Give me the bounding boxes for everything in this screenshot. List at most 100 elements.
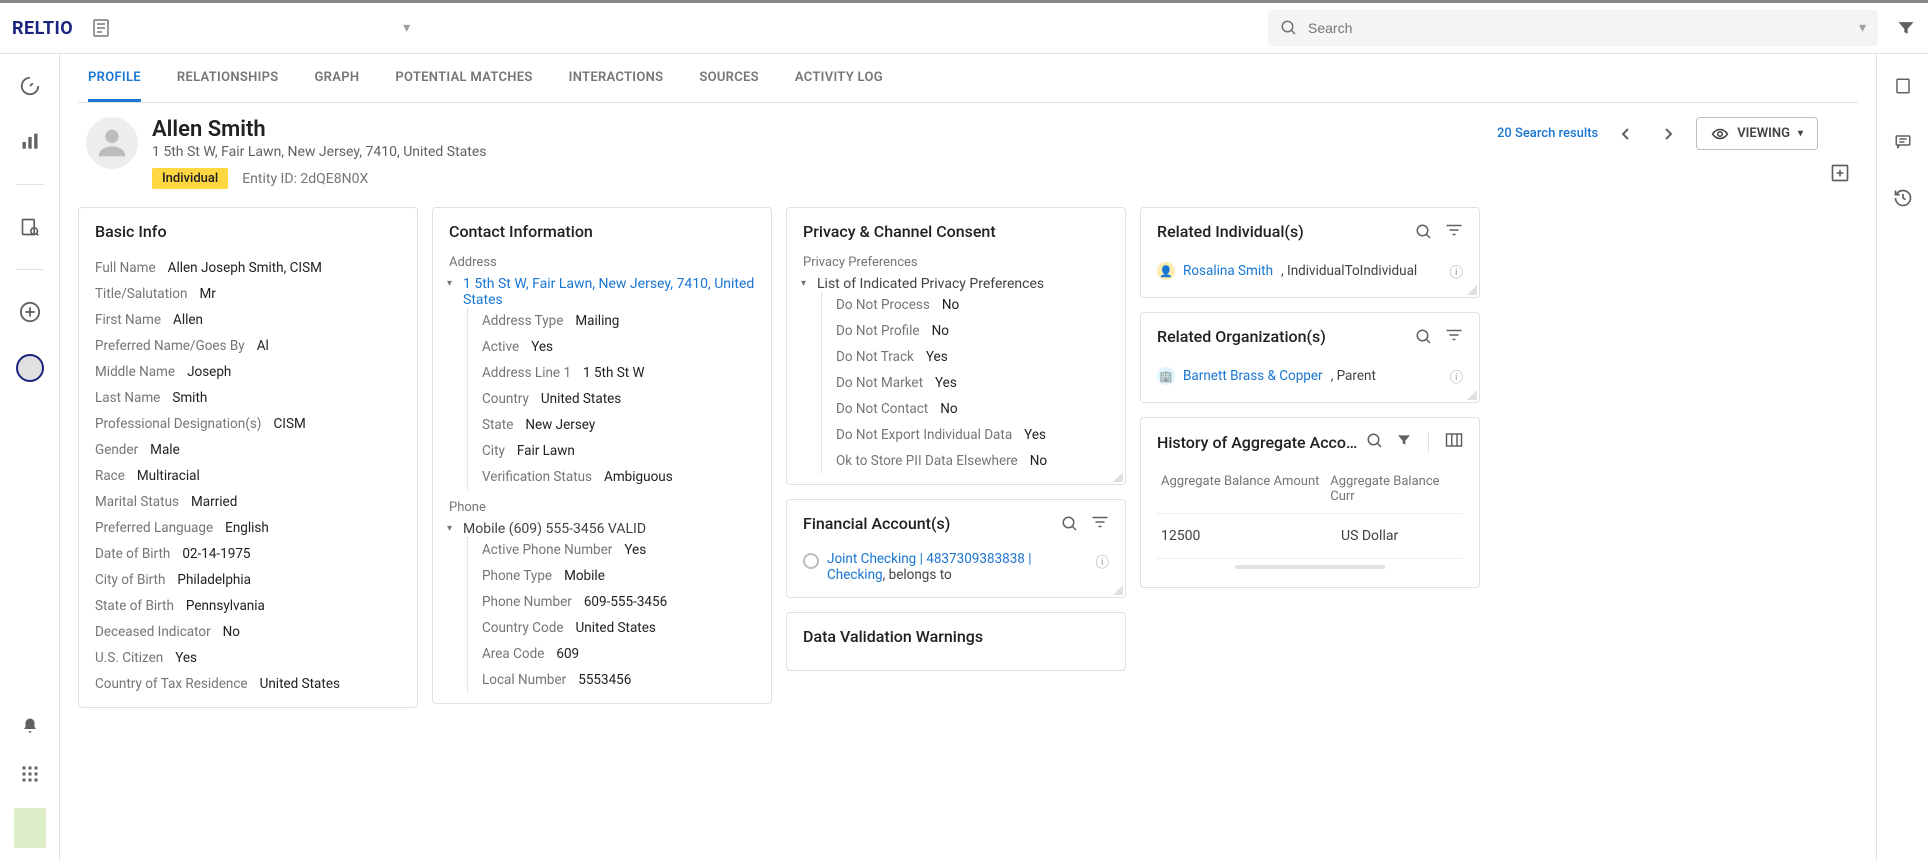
tab-interactions[interactable]: INTERACTIONS (569, 54, 664, 102)
card-title: Related Individual(s) (1157, 222, 1463, 241)
history-icon[interactable] (1889, 184, 1917, 212)
resize-handle[interactable] (1113, 585, 1123, 595)
resize-handle[interactable] (1467, 390, 1477, 400)
clipboard-icon[interactable] (85, 12, 117, 44)
relation-text: , belongs to (883, 567, 952, 583)
address-link[interactable]: 1 5th St W, Fair Lawn, New Jersey, 7410,… (463, 276, 754, 308)
search-icon[interactable] (1415, 223, 1433, 241)
label: U.S. Citizen (95, 650, 163, 666)
label: Do Not Export Individual Data (836, 427, 1012, 443)
add-panel-icon[interactable] (1830, 163, 1850, 183)
viewing-mode-button[interactable]: VIEWING ▾ (1696, 117, 1818, 150)
bell-icon[interactable] (16, 712, 44, 740)
filter-icon[interactable] (1445, 223, 1463, 241)
apps-icon[interactable] (16, 760, 44, 788)
label: Gender (95, 442, 138, 458)
current-entity-avatar[interactable] (16, 354, 44, 382)
value: United States (576, 620, 656, 636)
related-link[interactable]: Barnett Brass & Copper (1183, 368, 1323, 384)
tab-sources[interactable]: SOURCES (699, 54, 759, 102)
filter-funnel-icon[interactable] (1396, 432, 1412, 452)
history-table-header: Aggregate Balance Amount Aggregate Balan… (1157, 466, 1463, 513)
financial-account-row[interactable]: Joint Checking | 4837309383838 | Checkin… (803, 547, 1109, 587)
related-individual-row[interactable]: 👤 Rosalina Smith , IndividualToIndividual… (1157, 255, 1463, 287)
value: Joseph (187, 364, 231, 380)
label: Do Not Profile (836, 323, 920, 339)
related-organizations-card: Related Organization(s) 🏢 Barnett Brass … (1140, 312, 1480, 403)
value: Yes (175, 650, 197, 666)
context-dropdown[interactable]: ▾ (403, 20, 410, 36)
tab-profile[interactable]: PROFILE (88, 54, 141, 102)
column-header[interactable]: Aggregate Balance Amount (1161, 474, 1330, 504)
left-rail (0, 54, 60, 860)
person-icon: 👤 (1157, 262, 1175, 280)
tab-activity-log[interactable]: ACTIVITY LOG (795, 54, 883, 102)
value: Mr (199, 286, 215, 302)
info-icon[interactable]: ⓘ (1096, 551, 1110, 571)
related-organization-row[interactable]: 🏢 Barnett Brass & Copper, Parent ⓘ (1157, 360, 1463, 392)
value: No (1030, 453, 1047, 469)
label: Do Not Market (836, 375, 923, 391)
eye-icon (1711, 128, 1729, 140)
related-link[interactable]: Rosalina Smith (1183, 263, 1273, 279)
value: Male (150, 442, 180, 458)
label: Middle Name (95, 364, 175, 380)
next-result-button[interactable] (1654, 120, 1682, 148)
resize-handle[interactable] (1113, 472, 1123, 482)
search-box[interactable]: ▾ (1268, 10, 1878, 46)
profile-address: 1 5th St W, Fair Lawn, New Jersey, 7410,… (152, 144, 1497, 160)
label: Do Not Contact (836, 401, 928, 417)
value: English (225, 520, 269, 536)
help-widget[interactable] (14, 808, 46, 848)
tab-relationships[interactable]: RELATIONSHIPS (177, 54, 279, 102)
value: Yes (531, 339, 553, 355)
global-filter-button[interactable] (1896, 18, 1916, 38)
entity-type-tag: Individual (152, 168, 228, 189)
relation-text: , IndividualToIndividual (1281, 263, 1417, 279)
search-icon[interactable] (1366, 432, 1384, 452)
value: Al (257, 338, 269, 354)
profile-header: Allen Smith 1 5th St W, Fair Lawn, New J… (78, 103, 1858, 207)
tab-graph[interactable]: GRAPH (315, 54, 360, 102)
column-header[interactable]: Aggregate Balance Curr (1330, 474, 1459, 504)
label: Country Code (482, 620, 564, 636)
entity-id: Entity ID: 2dQE8N0X (242, 171, 368, 187)
label: Do Not Process (836, 297, 930, 313)
filter-icon[interactable] (1091, 515, 1109, 533)
label: Ok to Store PII Data Elsewhere (836, 453, 1018, 469)
card-title: History of Aggregate Acco… (1157, 432, 1463, 452)
tab-potential-matches[interactable]: POTENTIAL MATCHES (395, 54, 532, 102)
prev-result-button[interactable] (1612, 120, 1640, 148)
analytics-icon[interactable] (16, 128, 44, 156)
value: Smith (172, 390, 207, 406)
info-icon[interactable]: ⓘ (1450, 366, 1464, 386)
chevron-down-icon: ▾ (1798, 128, 1803, 139)
dashboard-icon[interactable] (16, 72, 44, 100)
value: Yes (926, 349, 948, 365)
search-icon[interactable] (1415, 328, 1433, 346)
label: Preferred Name/Goes By (95, 338, 245, 354)
search-results-link[interactable]: 20 Search results (1497, 126, 1598, 141)
resize-handle[interactable] (1467, 285, 1477, 295)
cell: US Dollar (1341, 528, 1398, 544)
label: Address Line 1 (482, 365, 571, 381)
info-icon[interactable]: ⓘ (1450, 261, 1464, 281)
search-list-icon[interactable] (16, 213, 44, 241)
add-icon[interactable] (16, 298, 44, 326)
columns-icon[interactable] (1445, 432, 1463, 452)
bookmark-icon[interactable] (1889, 72, 1917, 100)
value: United States (541, 391, 621, 407)
history-table-row[interactable]: 12500 US Dollar (1157, 513, 1463, 559)
filter-icon[interactable] (1445, 328, 1463, 346)
horizontal-scrollbar[interactable] (1235, 565, 1385, 569)
comment-icon[interactable] (1889, 128, 1917, 156)
card-title-text: History of Aggregate Acco… (1157, 433, 1357, 452)
basic-info-card: Basic Info Full NameAllen Joseph Smith, … (78, 207, 418, 708)
value: 1 5th St W (583, 365, 644, 381)
search-icon[interactable] (1061, 515, 1079, 533)
value: Married (191, 494, 237, 510)
search-input[interactable] (1308, 20, 1851, 36)
search-icon (1280, 19, 1298, 37)
entity-tabs: PROFILE RELATIONSHIPS GRAPH POTENTIAL MA… (78, 54, 1858, 103)
search-scope-dropdown[interactable]: ▾ (1859, 20, 1866, 36)
